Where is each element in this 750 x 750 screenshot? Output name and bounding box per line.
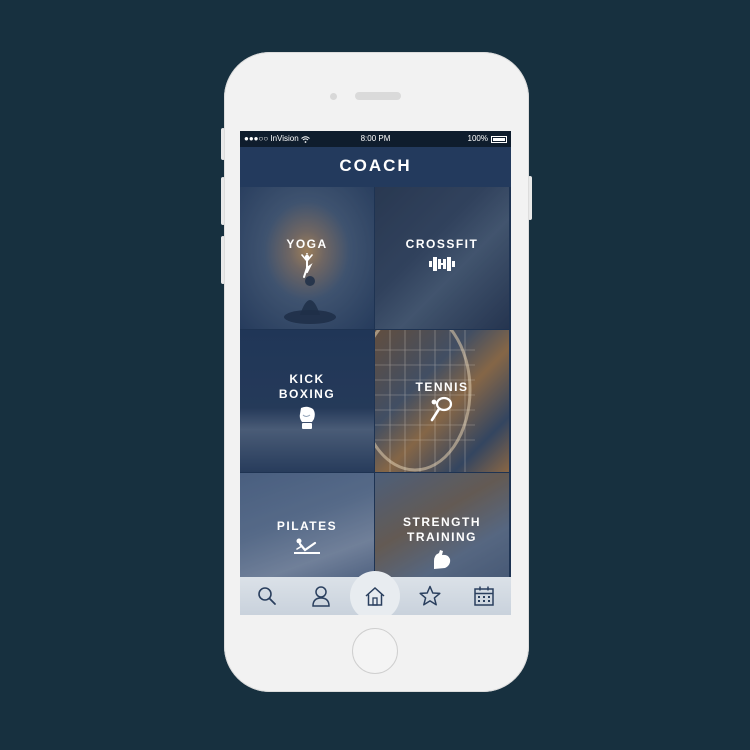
status-bar: ●●●○○ InVision 8:00 PM 100% xyxy=(240,131,511,147)
star-icon xyxy=(419,585,441,606)
tab-search[interactable] xyxy=(248,577,286,615)
tab-home[interactable] xyxy=(350,571,401,615)
boxing-glove-icon xyxy=(299,406,315,429)
tile-crossfit[interactable]: CROSSFIT xyxy=(375,187,509,329)
pilates-pose-icon xyxy=(294,538,320,554)
tile-label: CROSSFIT xyxy=(405,237,479,251)
dumbbell-icon xyxy=(429,257,455,271)
calendar-icon xyxy=(474,586,494,606)
tab-bar xyxy=(240,571,511,615)
tab-favorites[interactable] xyxy=(411,577,449,615)
earpiece-speaker xyxy=(355,92,401,100)
tennis-racket-icon xyxy=(430,396,453,422)
tile-yoga[interactable]: YOGA xyxy=(240,187,374,329)
tile-tennis[interactable]: TENNIS xyxy=(375,330,509,472)
tile-label: TENNIS xyxy=(415,380,469,394)
activity-grid: YOGA CROSSFIT KICK BOXING TENNIS PILATES… xyxy=(240,187,511,615)
tab-profile[interactable] xyxy=(302,577,340,615)
search-icon xyxy=(258,587,276,605)
tile-label: KICK BOXING xyxy=(278,372,336,401)
front-camera xyxy=(330,93,337,100)
meditating-figure xyxy=(284,276,336,324)
hardware-home-button[interactable] xyxy=(352,628,398,674)
tile-label: YOGA xyxy=(286,237,328,251)
tab-calendar[interactable] xyxy=(465,577,503,615)
flexed-arm-icon xyxy=(434,550,451,569)
app-screen: ●●●○○ InVision 8:00 PM 100% COACH YOGA C… xyxy=(240,131,511,615)
battery-icon xyxy=(491,135,507,143)
battery-percent: 100% xyxy=(467,134,488,143)
tile-label: STRENGTH TRAINING xyxy=(403,515,481,544)
profile-icon xyxy=(312,586,331,607)
page-title: COACH xyxy=(240,147,511,187)
home-icon xyxy=(365,586,385,606)
tile-kick-boxing[interactable]: KICK BOXING xyxy=(240,330,374,472)
tile-label: PILATES xyxy=(276,519,338,533)
